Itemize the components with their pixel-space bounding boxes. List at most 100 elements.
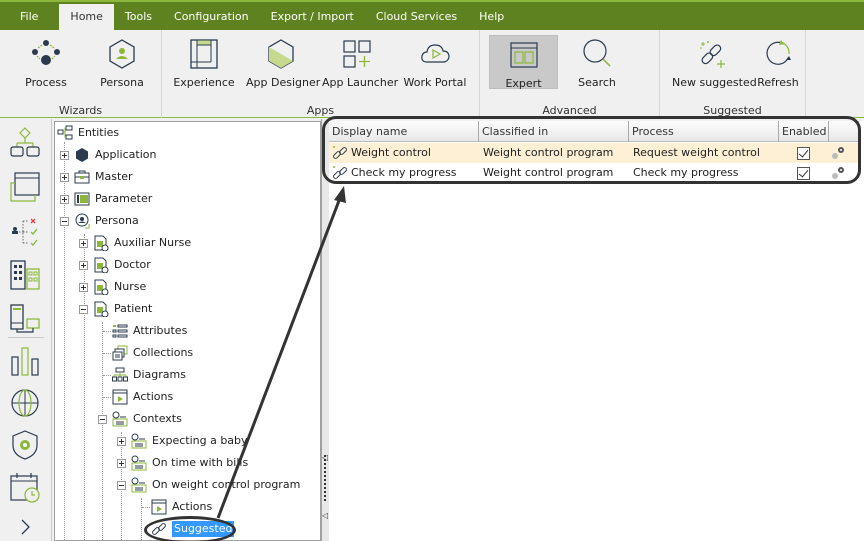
cell-process: Request weight control	[633, 146, 760, 159]
tree-node-entities[interactable]: Entities	[57, 122, 119, 144]
actions-icon	[151, 499, 167, 515]
experience-button[interactable]: Experience	[172, 34, 236, 92]
entities-tree: Entities Application Master Parameter Pe…	[54, 121, 321, 541]
expand-toggle[interactable]	[79, 238, 88, 248]
tree-node-nurse[interactable]: Nurse	[79, 276, 146, 298]
column-process[interactable]: Process	[629, 121, 779, 142]
expand-chevron-icon[interactable]	[9, 517, 41, 537]
menu-help[interactable]: Help	[468, 4, 515, 30]
persona-button[interactable]: Persona	[90, 34, 154, 92]
persona-entity-icon	[94, 301, 109, 317]
analytics-icon[interactable]	[9, 345, 41, 377]
app-launcher-icon	[343, 40, 371, 68]
tree-node-attributes[interactable]: Attributes	[112, 320, 187, 342]
app-designer-button[interactable]: App Designer	[246, 34, 320, 92]
work-portal-button[interactable]: Work Portal	[402, 34, 468, 92]
group-label-advanced: Advanced	[542, 104, 597, 117]
tree-node-diagrams[interactable]: Diagrams	[112, 364, 186, 386]
cell-enabled	[797, 163, 810, 183]
enabled-checkbox[interactable]	[797, 166, 810, 180]
group-label-suggested: Suggested	[703, 104, 762, 117]
tree-node-on-time-with-bills[interactable]: On time with bills	[117, 452, 248, 474]
strip-separator	[8, 337, 44, 338]
tree-guide	[141, 498, 142, 540]
process-button[interactable]: Process	[14, 34, 78, 92]
persona-entity-icon	[94, 257, 109, 273]
tree-node-master[interactable]: Master	[60, 166, 133, 188]
splitter-grip[interactable]	[324, 455, 326, 501]
menu-home[interactable]: Home	[59, 4, 114, 30]
new-suggested-icon	[700, 41, 725, 68]
tree-node-patient[interactable]: Patient	[79, 298, 152, 320]
collapse-arrow-icon[interactable]: ◁	[322, 511, 328, 520]
table-row[interactable]: Weight control Weight control program Re…	[329, 143, 859, 163]
window-icon[interactable]	[9, 171, 41, 203]
rules-icon[interactable]	[9, 215, 41, 247]
suggested-link-icon	[333, 166, 347, 179]
collections-icon	[112, 345, 128, 361]
globe-icon[interactable]	[9, 387, 41, 419]
menu-export-import[interactable]: Export / Import	[260, 4, 365, 30]
expand-toggle[interactable]	[117, 458, 126, 468]
refresh-button[interactable]: Refresh	[756, 34, 800, 92]
scheduler-icon[interactable]	[9, 471, 41, 503]
panel-splitter[interactable]: ◁ ◁	[321, 119, 329, 541]
ribbon-group-wizards: Process Persona Wizards	[0, 30, 162, 118]
column-enabled[interactable]: Enabled	[779, 121, 829, 142]
table-row[interactable]: Check my progress Weight control program…	[329, 163, 859, 183]
app-launcher-button[interactable]: App Launcher	[322, 34, 398, 92]
cell-classified-in: Weight control program	[483, 146, 614, 159]
persona-entity-icon	[94, 279, 109, 295]
tree-node-collections[interactable]: Collections	[112, 342, 193, 364]
attributes-icon	[112, 324, 128, 338]
expand-toggle[interactable]	[79, 260, 88, 270]
gears-icon[interactable]	[831, 166, 845, 180]
menu-cloud-services[interactable]: Cloud Services	[365, 4, 468, 30]
work-portal-icon	[421, 44, 450, 63]
module-icon-strip	[0, 119, 52, 541]
menu-configuration[interactable]: Configuration	[163, 4, 260, 30]
display-name-text: Weight control	[351, 146, 431, 159]
process-icon	[32, 40, 60, 65]
tree-node-parameter[interactable]: Parameter	[60, 188, 152, 210]
collapse-toggle[interactable]	[79, 304, 88, 314]
group-label-wizards: Wizards	[58, 104, 103, 117]
tree-node-application[interactable]: Application	[60, 144, 156, 166]
tree-guide	[103, 353, 111, 354]
new-suggested-button[interactable]: New suggested	[672, 34, 757, 92]
expand-toggle[interactable]	[60, 150, 69, 160]
collapse-toggle[interactable]	[98, 414, 107, 424]
column-classified-in[interactable]: Classified in	[479, 121, 629, 142]
gears-icon[interactable]	[831, 146, 845, 160]
collapse-toggle[interactable]	[117, 480, 126, 490]
expand-toggle[interactable]	[117, 436, 126, 446]
collapse-toggle[interactable]	[60, 216, 69, 226]
expand-toggle[interactable]	[60, 194, 69, 204]
tree-guide	[103, 397, 111, 398]
tree-node-context-actions[interactable]: Actions	[151, 496, 212, 518]
security-icon[interactable]	[9, 429, 41, 461]
tree-node-suggested[interactable]: Suggested	[151, 518, 235, 540]
suggested-link-icon	[333, 146, 347, 159]
tree-node-contexts[interactable]: Contexts	[98, 408, 182, 430]
diagrams-icon	[112, 367, 128, 382]
tree-node-expecting-a-baby[interactable]: Expecting a baby	[117, 430, 248, 452]
tree-node-actions[interactable]: Actions	[112, 386, 173, 408]
organization-icon[interactable]	[9, 259, 41, 291]
menu-tools[interactable]: Tools	[114, 4, 163, 30]
column-display-name[interactable]: Display name	[329, 121, 479, 142]
group-label-apps: Apps	[306, 104, 335, 117]
tree-node-auxiliar-nurse[interactable]: Auxiliar Nurse	[79, 232, 191, 254]
expand-toggle[interactable]	[60, 172, 69, 182]
tree-node-doctor[interactable]: Doctor	[79, 254, 151, 276]
menu-file[interactable]: File	[0, 4, 59, 30]
expert-button[interactable]: Expert	[489, 35, 558, 90]
tree-node-on-weight-control-program[interactable]: On weight control program	[117, 474, 300, 496]
devices-icon[interactable]	[9, 303, 41, 335]
master-icon	[74, 170, 90, 184]
tree-node-persona[interactable]: Persona	[60, 210, 139, 232]
process-model-icon[interactable]	[9, 127, 41, 159]
enabled-checkbox[interactable]	[797, 146, 810, 160]
search-button[interactable]: Search	[566, 34, 628, 92]
expand-toggle[interactable]	[79, 282, 88, 292]
